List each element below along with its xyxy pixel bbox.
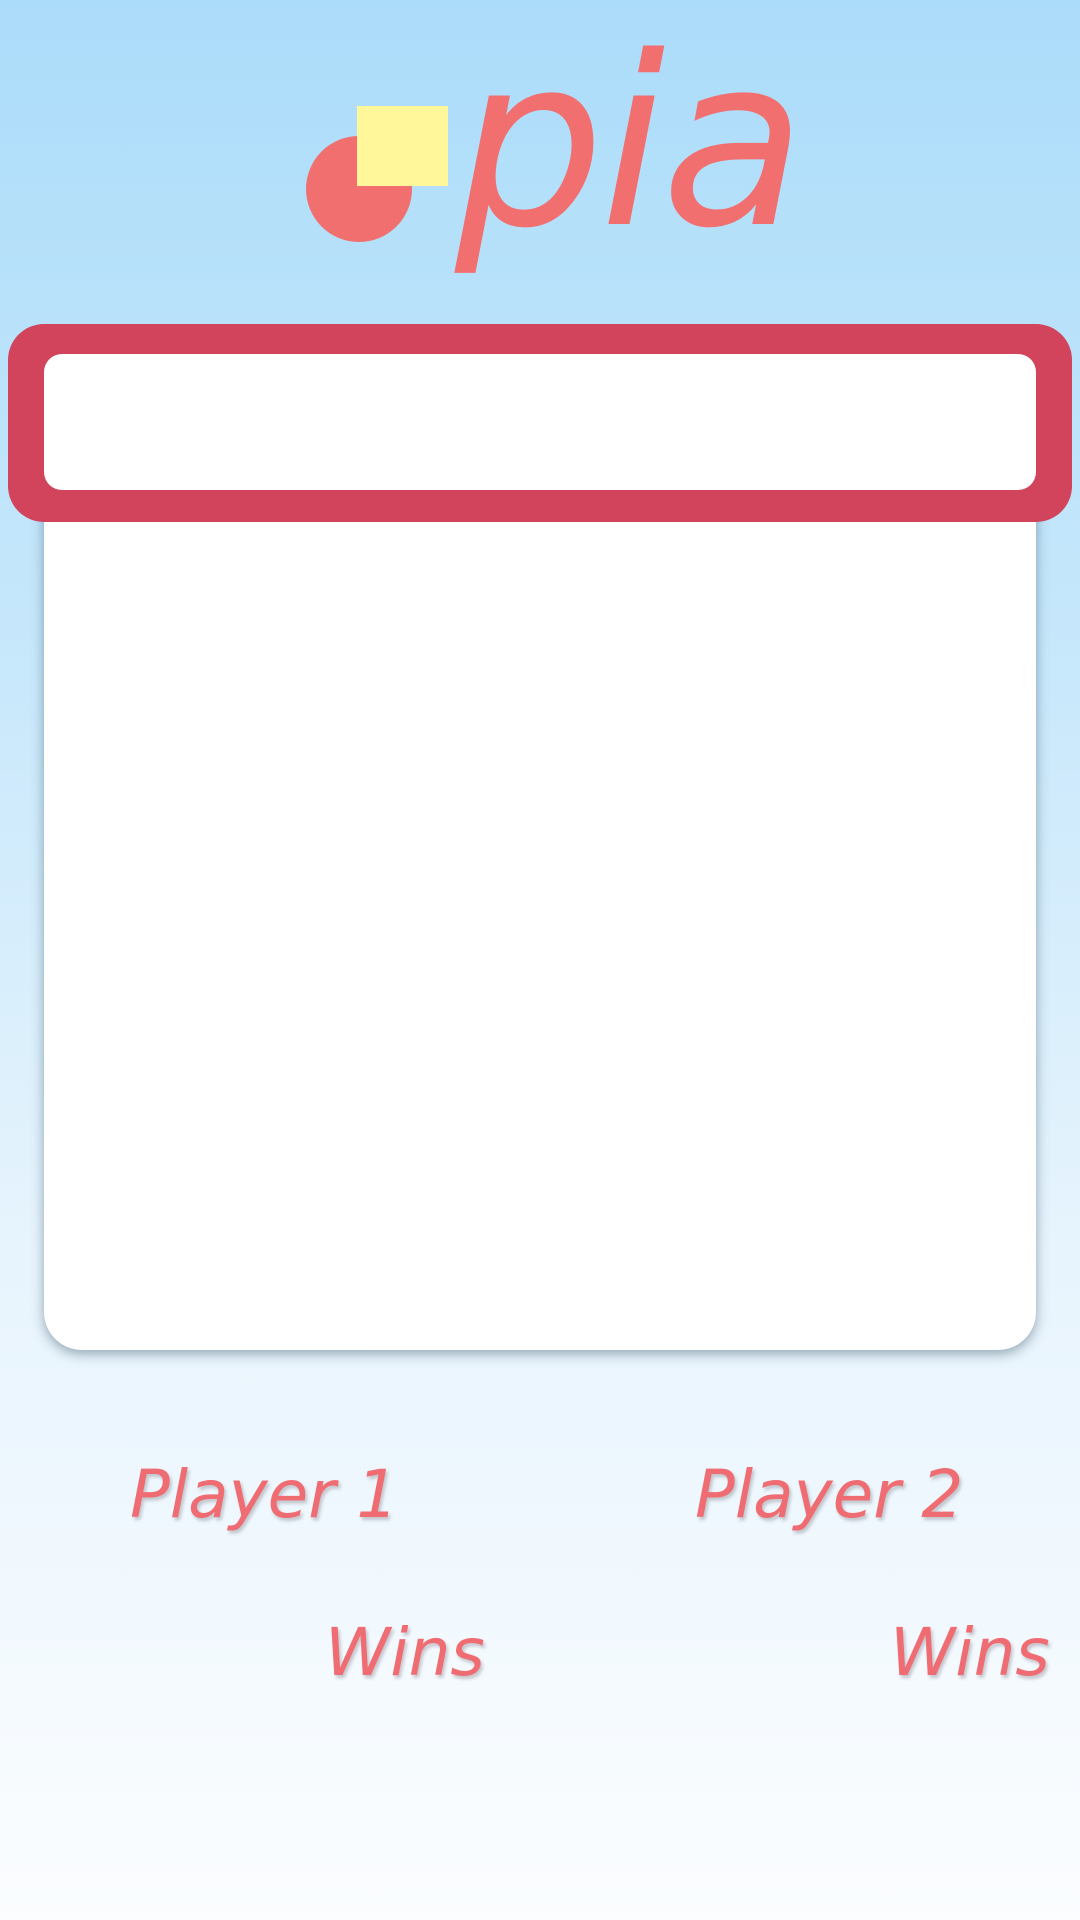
game-board[interactable] xyxy=(44,445,1036,1350)
logo-text: pia xyxy=(455,7,805,280)
player-2-wins: Wins xyxy=(890,1614,1050,1691)
app-logo: pia xyxy=(300,26,805,290)
logo-square-shape xyxy=(357,106,448,186)
player-2-label: Player 2 xyxy=(695,1456,964,1533)
player-1-wins: Wins xyxy=(325,1614,485,1691)
status-display xyxy=(44,354,1036,490)
status-frame xyxy=(8,324,1072,522)
player-1-label: Player 1 xyxy=(130,1456,399,1533)
